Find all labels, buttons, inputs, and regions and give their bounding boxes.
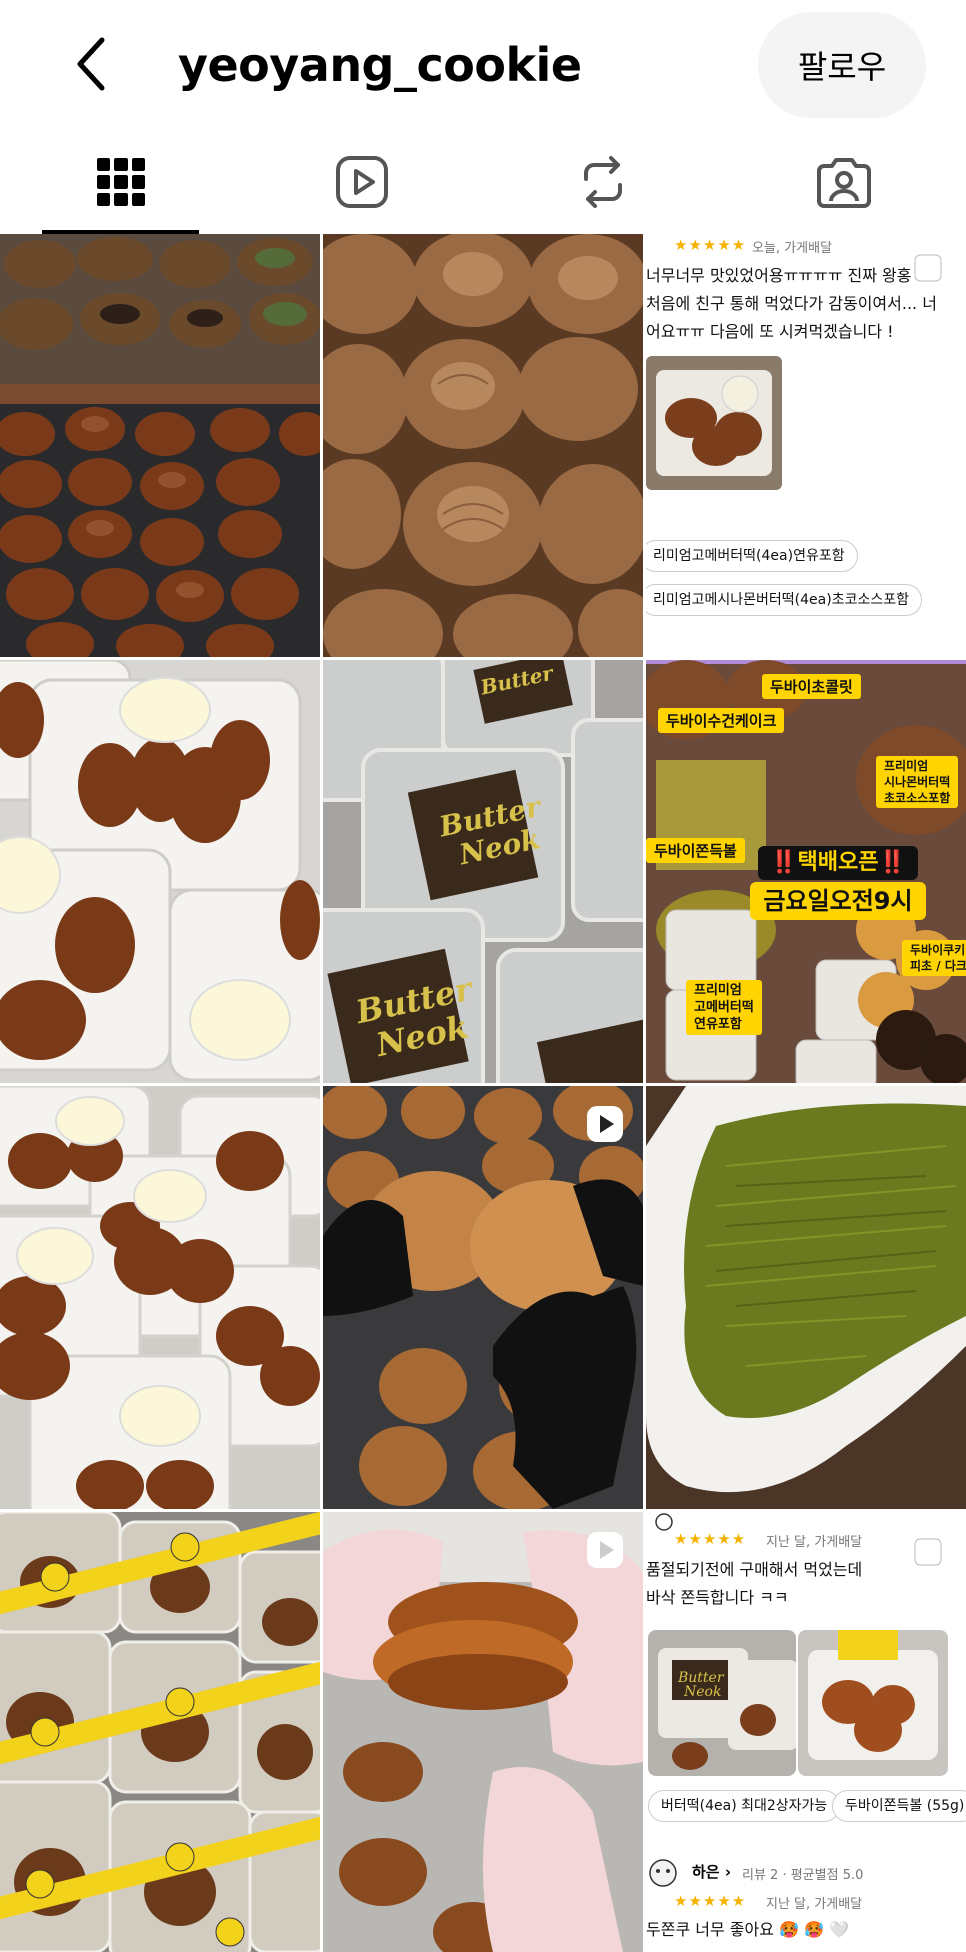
review-meta: 지난 달, 가게배달 [766, 1535, 863, 1550]
post-cinnamon-madeleines[interactable] [323, 234, 643, 657]
reviewer-avatar-icon [649, 1859, 677, 1887]
tab-grid[interactable] [0, 130, 241, 234]
profile-username: yeoyang_cookie [178, 38, 582, 92]
post-dubai-products-poster[interactable]: 두바이초콜릿 두바이수건케이크 프리미엄 시나몬버터떡 초코소스포함 두바이쫀득… [646, 660, 966, 1083]
poster-tag-premium-gourmet: 프리미엄 고메버터떡 연유포함 [686, 980, 762, 1035]
poster-tag-dubai-chocolate: 두바이초콜릿 [762, 674, 861, 699]
post-reel-gloved-hands[interactable] [323, 1086, 643, 1509]
review-photo-2 [798, 1630, 948, 1776]
review-text-line-2: 바삭 쫀득합니다 ㅋㅋ [646, 1588, 789, 1607]
tab-reposts[interactable] [482, 130, 723, 234]
back-arrow-icon[interactable] [72, 34, 112, 94]
pistachio-kadaif-photo [646, 1086, 966, 1509]
butter-neok-packages-photo: Butter Butter Neok Butter Neok [323, 660, 643, 1083]
reel-indicator-icon [585, 1530, 625, 1570]
tab-reels[interactable] [241, 130, 482, 234]
tab-tagged[interactable] [723, 130, 964, 234]
cinnamon-madeleines-photo [323, 234, 643, 657]
posts-grid: ★★★★★ 오늘, 가게배달 너무너무 맛있었어용ㅠㅠㅠㅠ 진짜 왕홍 처음에 … [0, 234, 966, 1952]
reviewer-name: 하은 › [692, 1863, 732, 1881]
reviewer-avatar-icon [655, 1513, 673, 1531]
reposts-icon [583, 156, 622, 208]
poster-tag-dubai-chewy-ball: 두바이쫀득볼 [646, 838, 745, 863]
poster-tag-premium-cinnamon: 프리미엄 시나몬버터떡 초코소스포함 [876, 756, 959, 808]
post-review-screenshot-2[interactable]: ★★★★★ 지난 달, 가게배달 품절되기전에 구매해서 먹었는데 바삭 쫀득합… [646, 1512, 966, 1952]
poster-tag-dubai-cookie: 두바이쿠키 피초 / 다크 [902, 940, 966, 976]
poster-tag-dubai-cake: 두바이수건케이크 [658, 708, 785, 733]
post-yellow-banded-packages[interactable] [0, 1512, 320, 1952]
post-madeleine-boxes-2[interactable] [0, 1086, 320, 1509]
madeleine-boxes-2-photo [0, 1086, 320, 1509]
madeleine-boxes-photo [0, 660, 320, 1083]
yellow-banded-packages-photo [0, 1512, 320, 1952]
review-option-chip-1: 리미엄고메버터떡(4ea)연유포함 [646, 540, 858, 572]
svg-text:Neok: Neok [683, 1684, 721, 1700]
review-option-chip-2: 리미엄고메시나몬버터떡(4ea)초코소스포함 [646, 584, 922, 616]
review-text-line-1: 품절되기전에 구매해서 먹었는데 [646, 1560, 863, 1579]
review-option-chip-1: 버터떡(4ea) 최대2상자가능 [648, 1790, 841, 1822]
follow-button[interactable]: 팔로우 [758, 12, 926, 118]
review-stars: ★★★★★ [674, 236, 747, 254]
review-stars-2: ★★★★★ [674, 1892, 747, 1910]
review-text-line-2: 처음에 친구 통해 먹었다가 감동이여서... 너 [646, 294, 937, 313]
reviewer-stats: 리뷰 2 · 평균별점 5.0 [742, 1868, 864, 1883]
pink-gloves-pastry-photo [323, 1512, 643, 1952]
review-stars: ★★★★★ [674, 1530, 747, 1548]
grid-icon [96, 158, 145, 206]
post-pistachio-kadaif[interactable] [646, 1086, 966, 1509]
review-photo [646, 356, 782, 490]
multiple-posts-icon [912, 246, 952, 286]
post-review-screenshot-1[interactable]: ★★★★★ 오늘, 가게배달 너무너무 맛있었어용ㅠㅠㅠㅠ 진짜 왕홍 처음에 … [646, 234, 966, 657]
reels-icon [335, 156, 388, 208]
post-madeleine-boxes[interactable] [0, 660, 320, 1083]
reel-indicator-icon [585, 1104, 625, 1144]
review-text-line-3: 어요ㅠㅠ 다음에 또 시켜먹겠습니다 ! [646, 322, 894, 341]
gloved-hands-madeleine-photo [323, 1086, 643, 1509]
review-text-line-3: 두쫀쿠 너무 좋아요 🥵 🥵 🤍 [646, 1920, 849, 1939]
post-reel-pink-gloves[interactable] [323, 1512, 643, 1952]
poster-announce-line-2: 금요일오전9시 [750, 882, 926, 920]
cookies-madeleines-photo [0, 234, 320, 657]
review-option-chip-2: 두바이쫀득볼 (55g) [832, 1790, 966, 1822]
multiple-posts-icon [912, 1530, 952, 1570]
tagged-icon [816, 158, 871, 208]
review-text-line-1: 너무너무 맛있었어용ㅠㅠㅠㅠ 진짜 왕홍 [646, 266, 912, 285]
post-cookies-and-madeleines[interactable] [0, 234, 320, 657]
post-butter-neok-packages[interactable]: Butter Butter Neok Butter Neok [323, 660, 643, 1083]
review-meta: 오늘, 가게배달 [752, 241, 833, 256]
poster-announce-line-1: ‼️택배오픈‼️ [758, 846, 918, 880]
profile-tabs [0, 130, 966, 234]
review-meta-2: 지난 달, 가게배달 [766, 1897, 863, 1912]
profile-header: yeoyang_cookie 팔로우 [0, 0, 966, 130]
review-photo-1: Butter Neok [648, 1630, 796, 1776]
